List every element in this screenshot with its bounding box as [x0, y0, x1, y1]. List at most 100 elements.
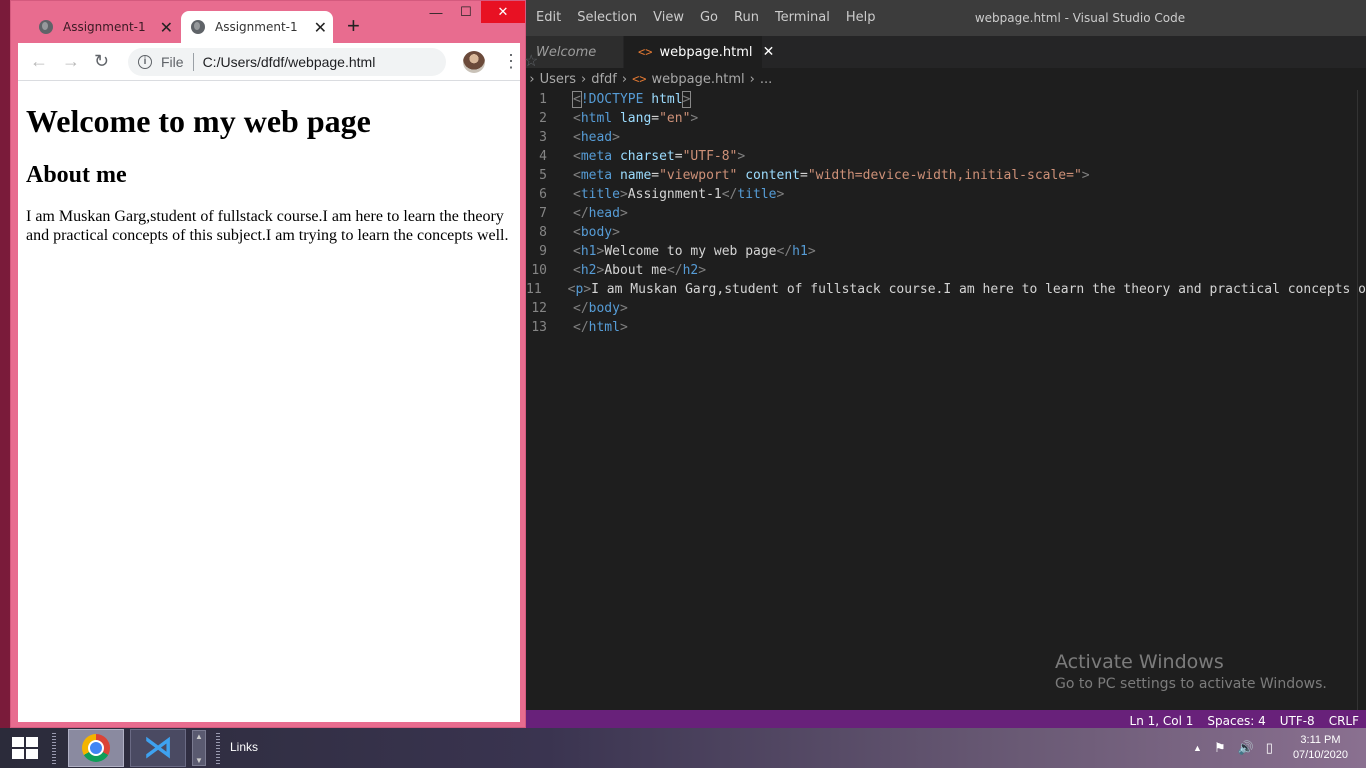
profile-avatar[interactable] — [463, 51, 485, 73]
menu-go[interactable]: Go — [692, 0, 726, 36]
new-tab-button[interactable]: + — [347, 15, 360, 37]
menu-selection[interactable]: Selection — [569, 0, 645, 36]
code-token: > — [807, 244, 816, 259]
activate-windows-watermark: Activate Windows Go to PC settings to ac… — [1055, 651, 1327, 692]
menu-terminal[interactable]: Terminal — [767, 0, 838, 36]
taskbar-vscode[interactable]: ⋊ — [130, 729, 186, 767]
status-eol[interactable]: CRLF — [1322, 714, 1366, 728]
clock-date: 07/10/2020 — [1292, 749, 1348, 761]
html-file-icon: <> — [632, 72, 647, 86]
chevron-up-icon[interactable]: ▲ — [1193, 743, 1202, 753]
taskbar-grip[interactable] — [52, 732, 56, 764]
breadcrumb-users[interactable]: Users — [540, 72, 576, 87]
browser-tab[interactable]: Assignment-1 ✕ — [29, 11, 179, 43]
minimize-button[interactable]: — — [421, 1, 451, 23]
vscode-menubar: Edit Selection View Go Run Terminal Help — [528, 0, 884, 36]
close-tab-icon[interactable]: ✕ — [160, 18, 173, 37]
status-indentation[interactable]: Spaces: 4 — [1200, 714, 1272, 728]
code-token: lang — [612, 111, 652, 126]
taskbar-scroll-button[interactable]: ▲ ▼ — [192, 730, 206, 766]
menu-view[interactable]: View — [645, 0, 692, 36]
code-editor[interactable]: 1 <!DOCTYPE html> 2 <html lang="en"> 3 <hea… — [520, 90, 1366, 710]
code-token: > — [619, 320, 628, 335]
address-bar[interactable]: i File C:/Users/dfdf/webpage.html ☆ — [128, 48, 538, 76]
chevron-right-icon: › — [621, 71, 628, 87]
code-token: Welcome to my web page — [604, 244, 777, 259]
windows-start-button[interactable] — [12, 737, 38, 759]
taskbar-grip[interactable] — [216, 732, 220, 764]
volume-icon[interactable]: 🔊 — [1238, 740, 1254, 756]
code-token: h1 — [580, 244, 597, 259]
code-token: < — [573, 130, 581, 145]
breadcrumb-dfdf[interactable]: dfdf — [591, 72, 617, 87]
taskbar: ⋊ ▲ ▼ Links ▲ ⚑ 🔊 ▯ 3:11 PM 07/10/2020 — [0, 728, 1366, 768]
page-content: Welcome to my web page About me I am Mus… — [18, 81, 520, 722]
info-icon[interactable]: i — [138, 55, 152, 69]
code-token: body — [588, 301, 620, 316]
code-token: < — [573, 225, 581, 240]
back-button[interactable]: ← — [30, 51, 48, 71]
code-token: = — [651, 111, 660, 126]
code-token: </ — [573, 320, 589, 335]
tab-title: Assignment-1 — [215, 20, 298, 34]
taskbar-chrome[interactable] — [68, 729, 124, 767]
code-token: > — [619, 206, 628, 221]
menu-edit[interactable]: Edit — [528, 0, 569, 36]
menu-help[interactable]: Help — [838, 0, 884, 36]
code-line: 8 <body> — [520, 223, 1366, 242]
menu-run[interactable]: Run — [726, 0, 767, 36]
code-token: html — [580, 111, 613, 126]
chrome-icon — [82, 734, 110, 762]
code-token: < — [573, 187, 581, 202]
flag-icon[interactable]: ⚑ — [1214, 740, 1226, 756]
bookmark-star-icon[interactable]: ☆ — [524, 51, 538, 71]
close-window-button[interactable]: ✕ — [481, 1, 525, 23]
tab-webpage-html[interactable]: <> webpage.html ✕ — [624, 36, 774, 68]
code-line: 2 <html lang="en"> — [520, 109, 1366, 128]
code-token: "width=device-width,initial-scale=" — [807, 168, 1082, 183]
reload-button[interactable]: ↻ — [94, 51, 109, 71]
code-line: 11 <p>I am Muskan Garg,student of fullsta… — [520, 280, 1366, 299]
battery-icon[interactable]: ▯ — [1266, 740, 1273, 756]
html-file-icon: <> — [638, 45, 653, 59]
forward-button[interactable]: → — [62, 51, 80, 71]
code-token: </ — [721, 187, 738, 202]
vscode-icon: ⋊ — [143, 730, 173, 765]
code-token: > — [1081, 168, 1090, 183]
browser-tab-active[interactable]: Assignment-1 ✕ — [181, 11, 333, 43]
clock-time: 3:11 PM — [1300, 734, 1341, 746]
code-token: > — [619, 187, 628, 202]
code-token: html — [643, 92, 683, 107]
maximize-button[interactable]: ☐ — [451, 1, 481, 23]
status-cursor-position[interactable]: Ln 1, Col 1 — [1123, 714, 1201, 728]
code-token: head — [580, 130, 613, 145]
code-line: 1 <!DOCTYPE html> — [520, 90, 1366, 109]
code-token: < — [573, 263, 581, 278]
breadcrumb-file[interactable]: webpage.html — [652, 72, 745, 87]
links-toolbar[interactable]: Links — [230, 740, 258, 754]
code-token: meta — [580, 168, 613, 183]
address-url[interactable]: C:/Users/dfdf/webpage.html — [203, 54, 376, 70]
menu-kebab-icon[interactable]: ⋮ — [502, 51, 520, 71]
code-line: 7 </head> — [520, 204, 1366, 223]
status-encoding[interactable]: UTF-8 — [1273, 714, 1322, 728]
close-tab-icon[interactable]: ✕ — [314, 18, 327, 37]
code-token: < — [573, 111, 581, 126]
code-token: h1 — [792, 244, 808, 259]
tab-title: Assignment-1 — [63, 20, 146, 34]
page-paragraph: I am Muskan Garg,student of fullstack co… — [26, 208, 509, 244]
tab-close-icon[interactable]: ✕ — [763, 44, 775, 60]
code-line: 3 <head> — [520, 128, 1366, 147]
code-token: title — [580, 187, 620, 202]
chevron-right-icon: › — [581, 71, 587, 87]
code-token: > — [612, 225, 620, 240]
code-token: < — [572, 91, 582, 108]
code-token: > — [681, 91, 692, 108]
breadcrumb-more[interactable]: ... — [760, 72, 772, 87]
editor-scrollbar[interactable] — [1357, 90, 1358, 710]
window-title: webpage.html - Visual Studio Code — [974, 11, 1186, 25]
code-token: = — [651, 168, 660, 183]
clock[interactable]: 3:11 PM 07/10/2020 — [1293, 733, 1348, 763]
watermark-subtitle: Go to PC settings to activate Windows. — [1055, 676, 1327, 692]
watermark-title: Activate Windows — [1055, 651, 1224, 673]
